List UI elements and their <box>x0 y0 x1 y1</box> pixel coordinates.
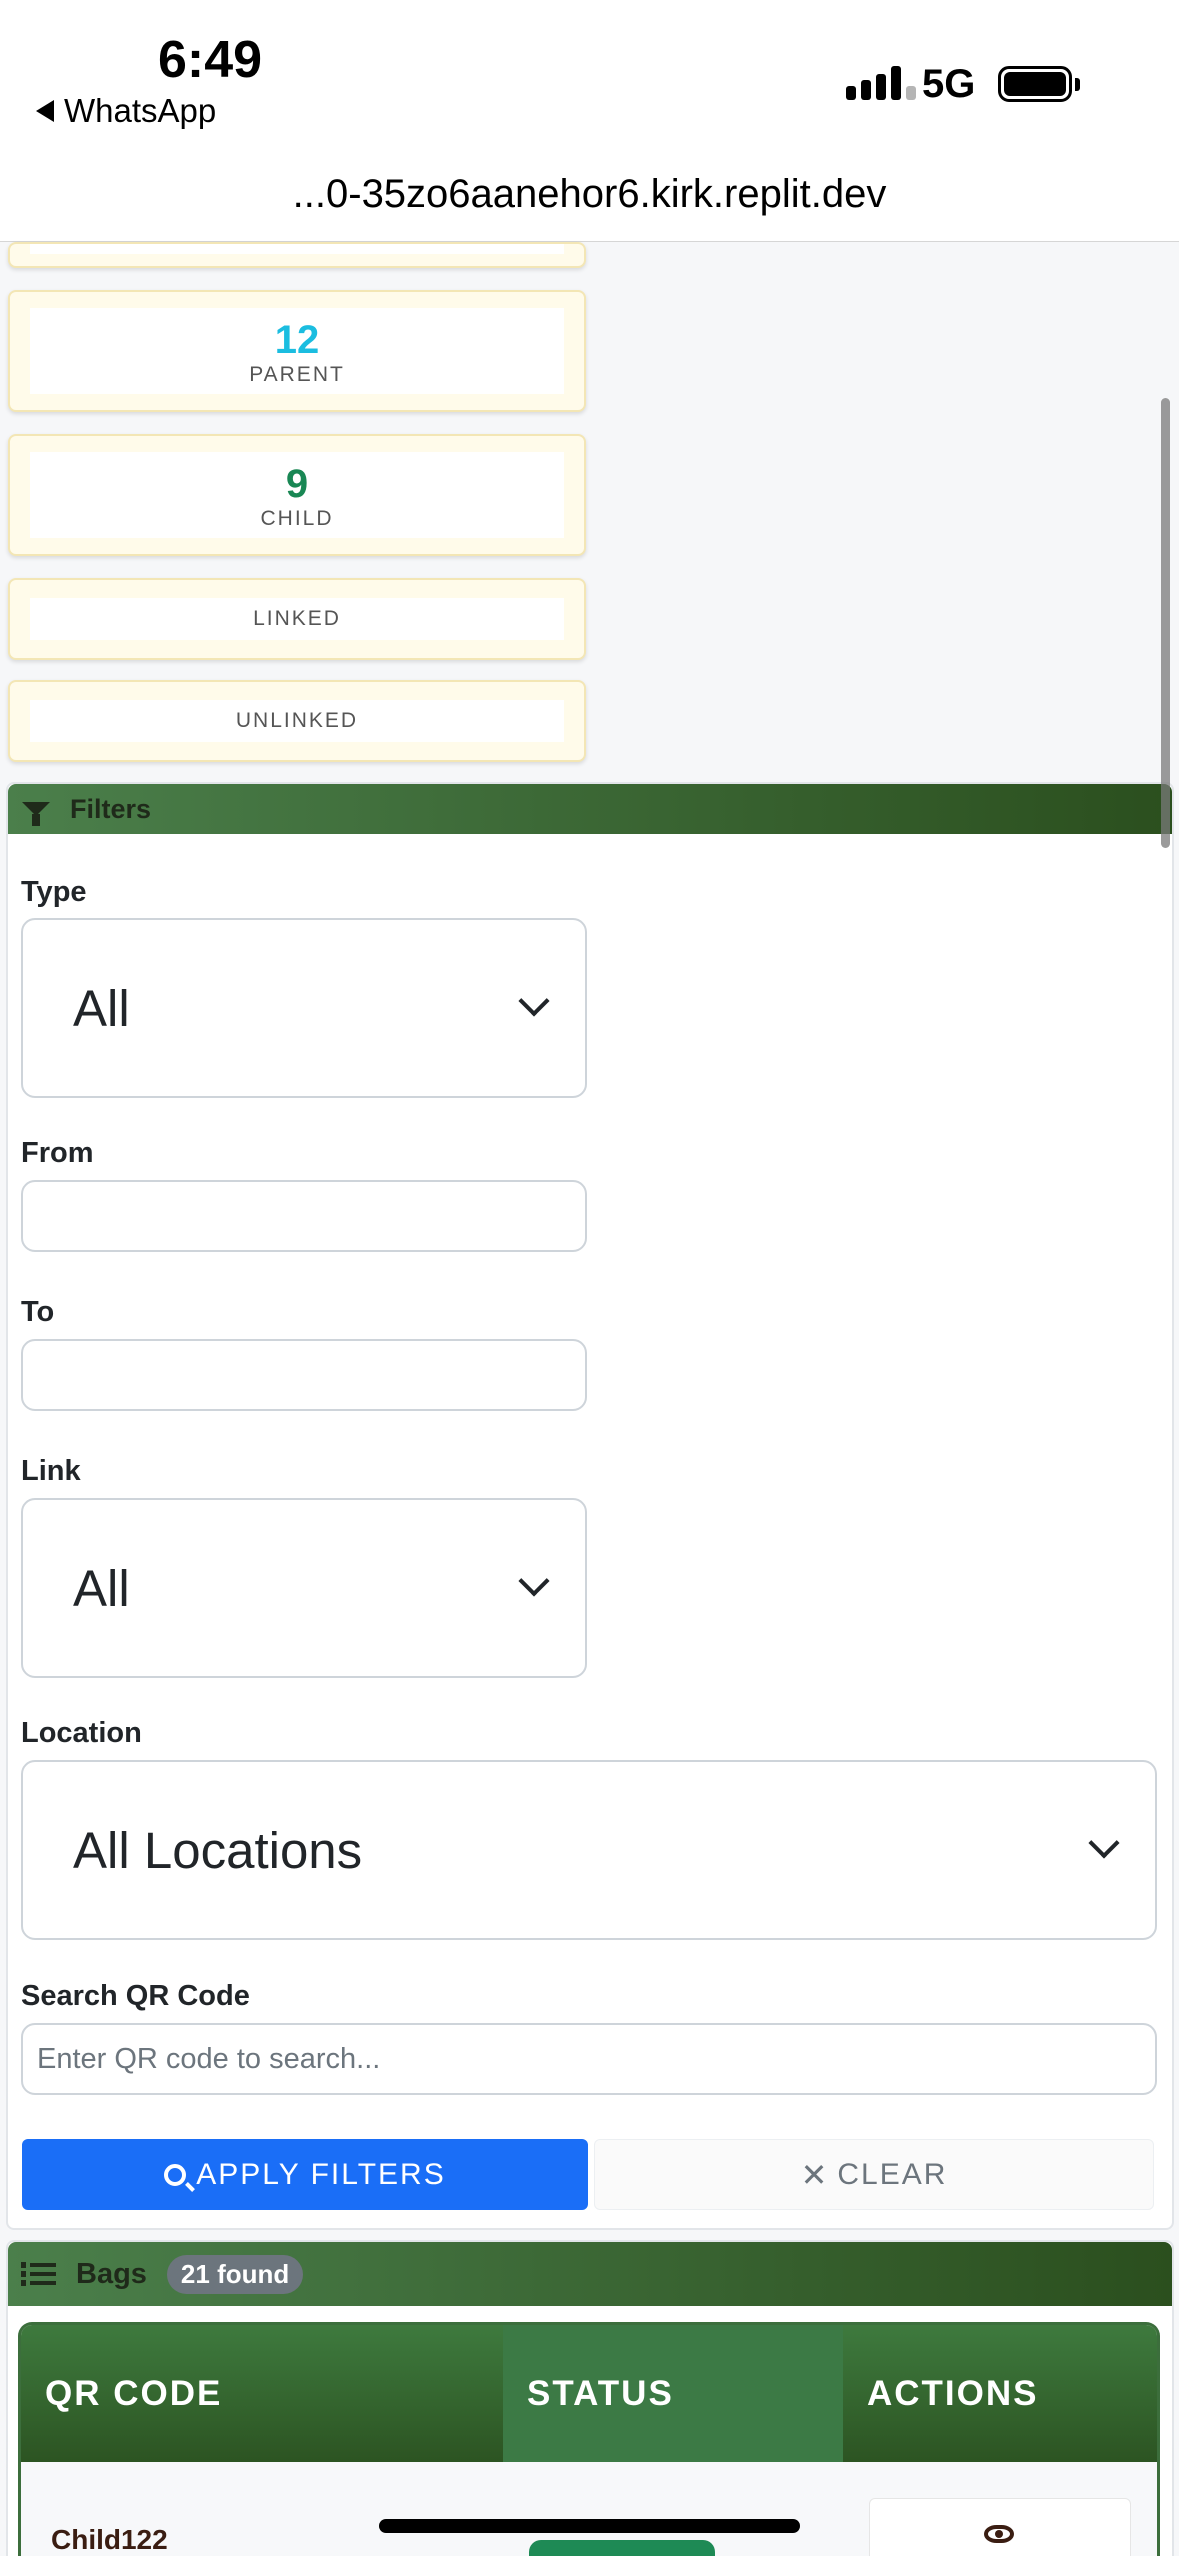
stat-label: LINKED <box>253 607 341 630</box>
status-bar: 6:49 WhatsApp 5G <box>0 0 1179 160</box>
column-header-actions: ACTIONS <box>843 2325 1157 2462</box>
bags-table-header: QR CODE STATUS ACTIONS <box>18 2322 1160 2462</box>
clear-filters-button[interactable]: ✕ CLEAR <box>594 2139 1154 2210</box>
stat-label: UNLINKED <box>235 709 359 732</box>
chevron-down-icon <box>518 1565 550 1597</box>
back-app-label: WhatsApp <box>64 92 217 129</box>
bags-title: Bags <box>76 2257 147 2290</box>
filter-icon <box>22 802 50 826</box>
table-row: Child122 <box>18 2462 1160 2556</box>
location-label: Location <box>21 1717 142 1749</box>
home-indicator <box>379 2519 800 2533</box>
clear-label: CLEAR <box>837 2157 948 2191</box>
stat-card-unlinked: UNLINKED <box>8 680 586 762</box>
column-header-status[interactable]: STATUS <box>503 2325 843 2462</box>
battery-icon <box>998 66 1072 102</box>
link-label: Link <box>21 1455 81 1487</box>
battery-cap <box>1075 78 1080 91</box>
stat-card-linked: LINKED <box>8 578 586 660</box>
search-qr-label: Search QR Code <box>21 1980 250 2012</box>
back-arrow-icon <box>36 100 54 122</box>
from-date-input[interactable] <box>21 1180 587 1252</box>
stat-card-partial <box>8 242 586 268</box>
network-type: 5G <box>922 62 976 106</box>
stat-value: 12 <box>274 318 320 362</box>
bags-count-badge: 21 found <box>166 2254 304 2294</box>
scrollbar[interactable] <box>1161 398 1170 848</box>
to-label: To <box>21 1296 55 1328</box>
chevron-down-icon <box>518 985 550 1017</box>
apply-filters-button[interactable]: APPLY FILTERS <box>22 2139 588 2210</box>
filters-header: Filters <box>8 784 1172 834</box>
chevron-down-icon <box>1088 1827 1120 1859</box>
bags-header: Bags 21 found <box>8 2242 1172 2306</box>
qr-code-cell[interactable]: Child122 <box>51 2524 168 2556</box>
column-header-qr-code[interactable]: QR CODE <box>21 2325 503 2462</box>
status-badge <box>529 2540 715 2556</box>
list-icon <box>21 2262 56 2286</box>
back-to-app-link[interactable]: WhatsApp <box>36 92 216 130</box>
location-select[interactable]: All Locations <box>21 1760 1157 1940</box>
type-select[interactable]: All <box>21 918 587 1098</box>
stat-label: CHILD <box>260 507 334 530</box>
close-icon: ✕ <box>800 2156 830 2193</box>
qr-search-input[interactable]: Enter QR code to search... <box>21 2023 1157 2095</box>
stat-label: PARENT <box>249 363 345 386</box>
status-time: 6:49 <box>158 31 263 89</box>
type-label: Type <box>21 876 87 908</box>
type-select-value: All <box>73 979 130 1037</box>
from-label: From <box>21 1137 94 1169</box>
link-select-value: All <box>73 1559 130 1617</box>
filters-title: Filters <box>70 793 152 824</box>
to-date-input[interactable] <box>21 1339 587 1411</box>
address-bar[interactable]: ...0-35zo6aanehor6.kirk.replit.dev <box>0 160 1179 242</box>
stat-card-child: 9 CHILD <box>8 434 586 556</box>
search-icon <box>164 2163 187 2186</box>
stat-value: 9 <box>285 462 309 506</box>
location-select-value: All Locations <box>73 1821 363 1879</box>
apply-filters-label: APPLY FILTERS <box>196 2157 446 2191</box>
stat-card-parent: 12 PARENT <box>8 290 586 412</box>
link-select[interactable]: All <box>21 1498 587 1678</box>
view-button[interactable] <box>869 2498 1131 2556</box>
eye-icon <box>984 2525 1014 2543</box>
signal-icon <box>846 66 916 100</box>
